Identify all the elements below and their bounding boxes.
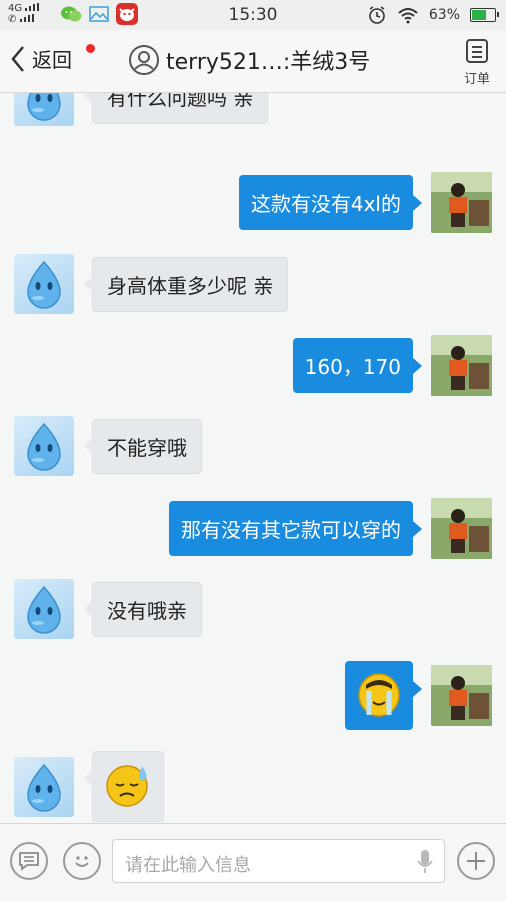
message-outgoing: 那有没有其它款可以穿的 xyxy=(169,498,492,559)
user-avatar[interactable] xyxy=(431,498,492,559)
user-avatar[interactable] xyxy=(431,665,492,726)
chat-bubble-icon xyxy=(19,852,39,871)
seller-avatar[interactable] xyxy=(14,93,74,126)
message-outgoing: 这款有没有4xl的 xyxy=(238,172,492,233)
message-incoming: 不能穿哦 xyxy=(14,416,202,476)
message-incoming: 有什么问题吗 亲 xyxy=(14,93,269,126)
seller-avatar-icon xyxy=(27,585,61,634)
user-photo-icon xyxy=(431,498,492,559)
message-text: 身高体重多少呢 亲 xyxy=(83,256,289,312)
plus-icon xyxy=(467,852,485,870)
wifi-icon xyxy=(398,8,418,24)
message-input[interactable]: 请在此输入信息 xyxy=(112,839,445,883)
alarm-icon xyxy=(369,6,385,24)
chat-messages[interactable]: 有什么问题吗 亲 这款有没有4xl的 身高体重多少呢 亲 160，170 不能穿… xyxy=(0,93,506,823)
quick-phrase-button[interactable] xyxy=(10,842,48,880)
battery-percent: 63% xyxy=(428,7,460,23)
message-text: 那有没有其它款可以穿的 xyxy=(169,501,422,556)
order-button[interactable]: 订单 xyxy=(464,38,490,87)
message-incoming: 没有哦亲 xyxy=(14,579,202,639)
contact-profile-icon xyxy=(129,45,159,75)
contact-title[interactable]: terry521…:羊绒3号 xyxy=(128,44,370,76)
sweating-face-icon xyxy=(106,765,148,807)
seller-avatar[interactable] xyxy=(14,254,74,314)
message-incoming: 身高体重多少呢 亲 xyxy=(14,254,289,314)
message-text: 有什么问题吗 亲 xyxy=(83,93,269,124)
input-bar: 请在此输入信息 xyxy=(0,823,506,901)
status-bar: 4G ✆ 15:30 63% xyxy=(0,0,506,30)
seller-avatar-icon xyxy=(27,93,61,121)
user-photo-icon xyxy=(431,172,492,233)
message-text: 不能穿哦 xyxy=(84,418,202,474)
user-photo-icon xyxy=(431,665,492,726)
user-avatar[interactable] xyxy=(431,335,492,396)
message-text: 没有哦亲 xyxy=(84,581,202,637)
page-title: terry521…:羊绒3号 xyxy=(166,50,371,75)
more-actions-button[interactable] xyxy=(457,842,495,880)
back-button[interactable]: 返回 xyxy=(10,44,72,73)
message-input-placeholder: 请在此输入信息 xyxy=(125,855,251,876)
seller-avatar-icon xyxy=(27,422,61,471)
emoji-bubble xyxy=(345,661,422,730)
crying-face-icon xyxy=(358,673,400,717)
order-label: 订单 xyxy=(463,72,490,87)
chat-header: 返回 terry521…:羊绒3号 订单 xyxy=(0,30,506,93)
battery-fill xyxy=(472,10,486,20)
unread-dot xyxy=(86,44,95,53)
order-list-icon xyxy=(465,39,488,63)
message-outgoing-emoji xyxy=(345,661,492,730)
seller-avatar[interactable] xyxy=(14,756,74,817)
message-incoming-emoji xyxy=(14,751,164,822)
chevron-left-icon xyxy=(11,45,24,72)
seller-avatar-icon xyxy=(27,260,61,309)
back-label: 返回 xyxy=(32,48,72,72)
seller-avatar[interactable] xyxy=(14,579,74,639)
microphone-icon[interactable] xyxy=(416,849,434,875)
user-photo-icon xyxy=(431,335,492,396)
seller-avatar[interactable] xyxy=(14,416,74,476)
message-text: 这款有没有4xl的 xyxy=(238,175,423,230)
emoji-bubble xyxy=(84,751,164,822)
smiley-icon xyxy=(75,856,89,867)
message-text: 160，170 xyxy=(292,338,423,393)
message-outgoing: 160，170 xyxy=(292,335,492,396)
battery-icon xyxy=(470,8,499,22)
user-avatar[interactable] xyxy=(431,172,492,233)
emoji-button[interactable] xyxy=(63,842,101,880)
seller-avatar-icon xyxy=(27,763,61,812)
